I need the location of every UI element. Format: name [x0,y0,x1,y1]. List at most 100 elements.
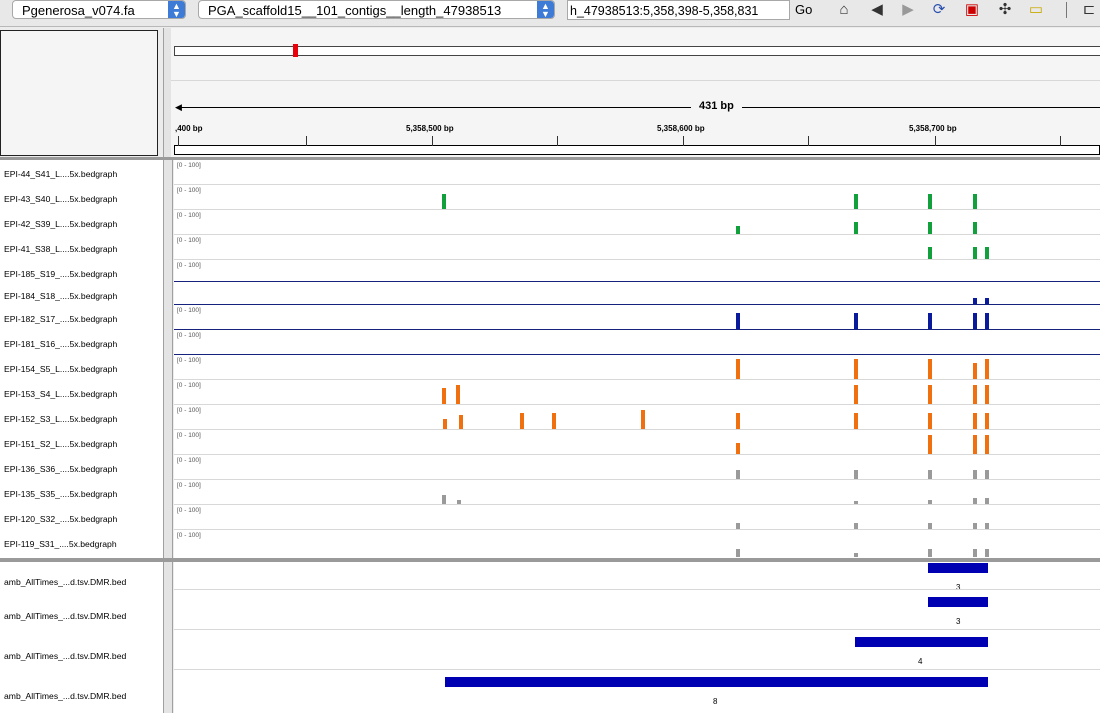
coverage-bar[interactable] [985,413,989,429]
coverage-bar[interactable] [928,435,932,454]
resize-icon[interactable]: ✣ [994,0,1016,20]
coverage-bar[interactable] [973,247,977,259]
coverage-bar[interactable] [459,415,463,429]
track-name[interactable]: EPI-152_S3_L....5x.bedgraph [4,414,117,424]
feature-track-name[interactable]: amb_AllTimes_...d.tsv.DMR.bed [4,577,126,587]
coverage-bar[interactable] [973,470,977,479]
track-name[interactable]: EPI-184_S18_....5x.bedgraph [4,291,117,301]
coverage-bar[interactable] [985,385,989,404]
coverage-bar[interactable] [854,194,858,209]
coverage-bar[interactable] [928,470,932,479]
genome-dropdown[interactable]: Pgenerosa_v074.fa ▲ ▼ [12,0,186,19]
more-icon[interactable]: ⊏ [1078,0,1100,20]
coverage-bar[interactable] [854,470,858,479]
ruler-panel[interactable]: ◀ 431 bp ,400 bp 5,358,500 bp 5,358,600 bp… [171,28,1100,158]
dmr-feature[interactable] [445,677,988,687]
coverage-bar[interactable] [736,443,740,454]
coverage-bar[interactable] [854,222,858,234]
coverage-bar[interactable] [928,313,932,329]
feature-track-name[interactable]: amb_AllTimes_...d.tsv.DMR.bed [4,691,126,701]
track-name[interactable]: EPI-44_S41_L....5x.bedgraph [4,169,117,179]
coverage-bar[interactable] [928,247,932,259]
coverage-bar[interactable] [854,553,858,557]
coverage-bar[interactable] [985,470,989,479]
coverage-bar[interactable] [928,413,932,429]
track-name[interactable]: EPI-43_S40_L....5x.bedgraph [4,194,117,204]
chromosome-ideogram[interactable] [174,46,1100,56]
coverage-bar[interactable] [973,498,977,504]
coverage-bar[interactable] [928,500,932,504]
track-name[interactable]: EPI-151_S2_L....5x.bedgraph [4,439,117,449]
refresh-icon[interactable]: ⟳ [928,0,950,20]
dmr-feature[interactable] [855,637,988,647]
coverage-bar[interactable] [928,523,932,529]
chromosome-dropdown[interactable]: PGA_scaffold15__101_contigs__length_4793… [198,0,555,19]
track-name[interactable]: EPI-154_S5_L....5x.bedgraph [4,364,117,374]
coverage-bar[interactable] [854,501,858,504]
track-name[interactable]: EPI-135_S35_....5x.bedgraph [4,489,117,499]
dmr-feature[interactable] [928,597,988,607]
coverage-bar[interactable] [928,385,932,404]
track-name[interactable]: EPI-41_S38_L....5x.bedgraph [4,244,117,254]
go-button[interactable]: Go [795,2,812,17]
coverage-bar[interactable] [973,194,977,209]
coverage-bar[interactable] [985,313,989,329]
coverage-bar[interactable] [736,359,740,379]
coverage-bar[interactable] [985,435,989,454]
feature-track-area[interactable]: 3 3 4 8 [174,562,1100,713]
coverage-bar[interactable] [985,298,989,304]
popup-text-icon[interactable]: ▭ [1025,0,1047,20]
coverage-bar[interactable] [443,419,447,429]
coverage-bar[interactable] [973,413,977,429]
coverage-bar[interactable] [457,500,461,504]
coverage-bar[interactable] [641,410,645,429]
track-name[interactable]: EPI-153_S4_L....5x.bedgraph [4,389,117,399]
coverage-bar[interactable] [442,194,446,209]
save-session-icon[interactable]: ▣ [961,0,983,20]
coverage-bar[interactable] [736,523,740,529]
coverage-bar[interactable] [854,523,858,529]
coverage-bar[interactable] [736,470,740,479]
coverage-bar[interactable] [442,388,446,404]
data-track-area[interactable]: [0 - 100] [0 - 100] [0 - 100] [0 - 100] [0 -… [174,160,1100,558]
coverage-bar[interactable] [973,523,977,529]
coverage-bar[interactable] [985,359,989,379]
coverage-bar[interactable] [973,313,977,329]
coverage-bar[interactable] [973,298,977,304]
coverage-bar[interactable] [736,413,740,429]
coverage-bar[interactable] [928,194,932,209]
track-name[interactable]: EPI-182_S17_....5x.bedgraph [4,314,117,324]
coverage-bar[interactable] [973,363,977,379]
coverage-bar[interactable] [973,549,977,557]
coverage-bar[interactable] [973,385,977,404]
coverage-bar[interactable] [928,222,932,234]
coverage-bar[interactable] [985,549,989,557]
track-name[interactable]: EPI-185_S19_....5x.bedgraph [4,269,117,279]
coverage-bar[interactable] [985,498,989,504]
coverage-bar[interactable] [854,359,858,379]
feature-track-name[interactable]: amb_AllTimes_...d.tsv.DMR.bed [4,611,126,621]
coverage-bar[interactable] [456,385,460,404]
locus-input[interactable]: h_47938513:5,358,398-5,358,831 [567,0,790,20]
coverage-bar[interactable] [985,247,989,259]
coverage-bar[interactable] [928,549,932,557]
coverage-bar[interactable] [854,413,858,429]
track-name[interactable]: EPI-119_S31_....5x.bedgraph [4,539,117,549]
coverage-bar[interactable] [552,413,556,429]
track-name[interactable]: EPI-42_S39_L....5x.bedgraph [4,219,117,229]
coverage-bar[interactable] [985,523,989,529]
coverage-bar[interactable] [928,359,932,379]
coverage-bar[interactable] [973,222,977,234]
back-icon[interactable]: ◀ [866,0,888,20]
coverage-bar[interactable] [854,385,858,404]
track-name[interactable]: EPI-136_S36_....5x.bedgraph [4,464,117,474]
coverage-bar[interactable] [442,495,446,504]
coverage-bar[interactable] [854,313,858,329]
coverage-bar[interactable] [736,549,740,557]
coverage-bar[interactable] [736,226,740,234]
track-name[interactable]: EPI-120_S32_....5x.bedgraph [4,514,117,524]
track-name[interactable]: EPI-181_S16_....5x.bedgraph [4,339,117,349]
feature-track-name[interactable]: amb_AllTimes_...d.tsv.DMR.bed [4,651,126,661]
coverage-bar[interactable] [520,413,524,429]
dmr-feature[interactable] [928,563,988,573]
